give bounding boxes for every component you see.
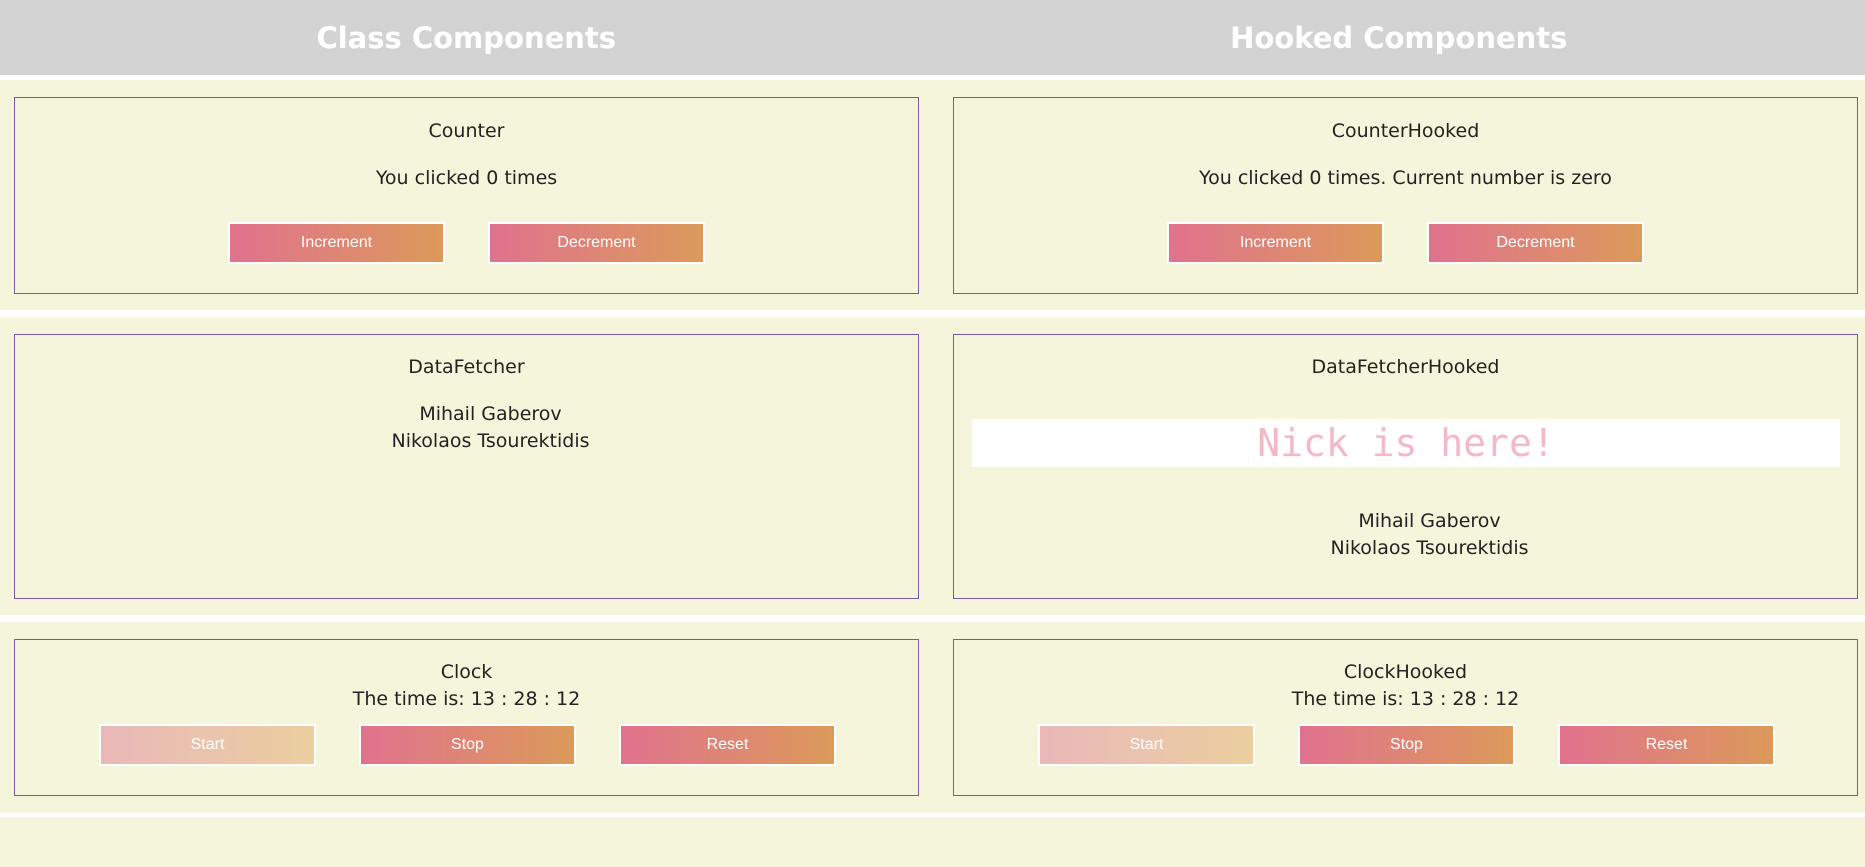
data-fetcher-names: Mihail Gaberov Nikolaos Tsourektidis [39,401,942,455]
decrement-hooked-button[interactable]: Decrement [1427,222,1644,264]
data-fetcher-hooked-names: Mihail Gaberov Nikolaos Tsourektidis [978,508,1865,562]
hooked-components-heading: Hooked Components [1230,20,1568,55]
clock-title: Clock [440,661,493,683]
clock-time: The time is: 13 : 28 : 12 [352,688,581,710]
start-hooked-button[interactable]: Start [1038,724,1255,766]
increment-button[interactable]: Increment [228,222,445,264]
counter-hooked-message: You clicked 0 times. Current number is z… [1199,167,1612,189]
page-header: Class Components Hooked Components [0,0,1865,75]
start-button[interactable]: Start [99,724,316,766]
empty-section [0,817,1865,867]
stop-hooked-button[interactable]: Stop [1298,724,1515,766]
counter-hooked-title: CounterHooked [1331,120,1480,142]
counter-title: Counter [428,120,505,142]
counter-panel: Counter You clicked 0 times Increment De… [14,97,919,294]
data-fetcher-hooked-title: DataFetcherHooked [1311,356,1500,378]
data-fetcher-panel: DataFetcher Mihail Gaberov Nikolaos Tsou… [14,334,919,599]
list-item: Nikolaos Tsourektidis [1330,537,1529,559]
class-components-heading: Class Components [316,20,617,55]
data-fetcher-title: DataFetcher [408,356,525,378]
list-item: Mihail Gaberov [1358,510,1501,532]
list-item: Mihail Gaberov [419,403,562,425]
clock-panel: Clock The time is: 13 : 28 : 12 Start St… [14,639,919,796]
data-fetcher-hooked-panel: DataFetcherHooked Nick is here! Mihail G… [953,334,1858,599]
clock-hooked-panel: ClockHooked The time is: 13 : 28 : 12 St… [953,639,1858,796]
nick-banner: Nick is here! [972,419,1840,467]
list-item: Nikolaos Tsourektidis [391,430,590,452]
stop-button[interactable]: Stop [359,724,576,766]
clock-hooked-time: The time is: 13 : 28 : 12 [1291,688,1520,710]
counter-message: You clicked 0 times [375,167,558,189]
increment-hooked-button[interactable]: Increment [1167,222,1384,264]
reset-button[interactable]: Reset [619,724,836,766]
reset-hooked-button[interactable]: Reset [1558,724,1775,766]
clock-hooked-title: ClockHooked [1343,661,1468,683]
decrement-button[interactable]: Decrement [488,222,705,264]
counter-hooked-panel: CounterHooked You clicked 0 times. Curre… [953,97,1858,294]
